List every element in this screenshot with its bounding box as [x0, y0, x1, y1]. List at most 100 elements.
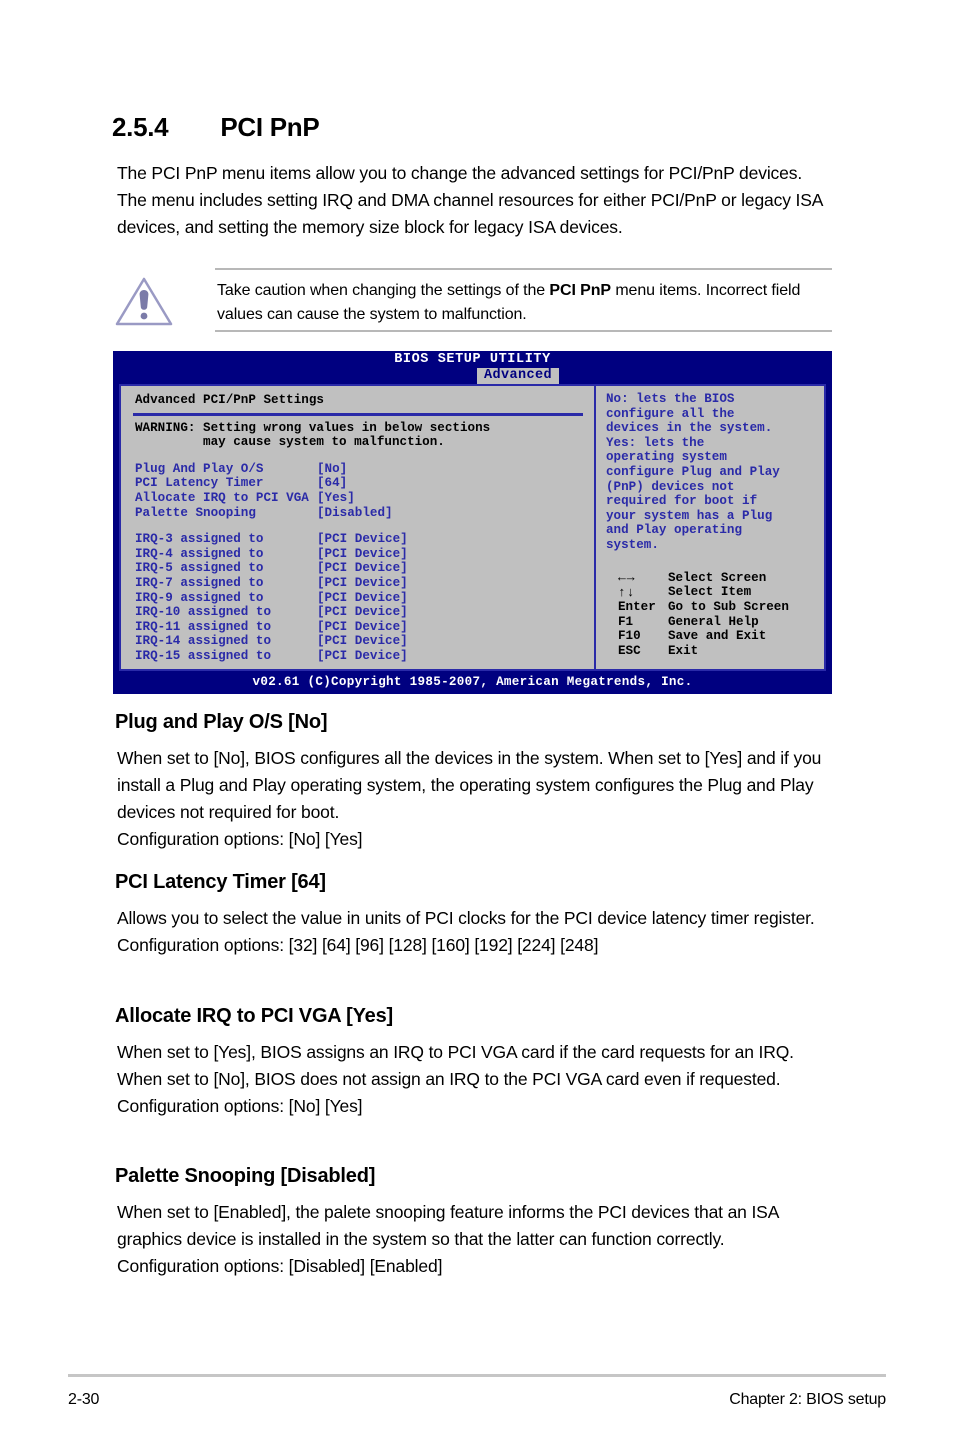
bios-irq-value: [PCI Device] — [317, 575, 408, 590]
bios-irq-label: IRQ-10 assigned to — [135, 605, 272, 620]
bios-option-value: [Disabled] — [317, 505, 393, 520]
bios-nav-row: F1 General Help — [618, 614, 824, 629]
bios-nav-desc: General Help — [668, 614, 759, 629]
note-top-divider — [215, 268, 832, 270]
bios-help-line: No: lets the BIOS — [606, 392, 735, 406]
subsection-heading-palette-snooping: Palette Snooping [Disabled] — [115, 1165, 376, 1187]
up-down-arrows-icon: ↑↓ — [618, 584, 636, 600]
bios-option-row[interactable]: Plug And Play O/S [No] — [135, 462, 594, 477]
document-page: 2.5.4 PCI PnP The PCI PnP menu items all… — [0, 0, 954, 1438]
bios-option-label: Palette Snooping — [135, 505, 256, 520]
bios-help-text: No: lets the BIOS configure all the devi… — [606, 392, 824, 553]
bios-irq-row[interactable]: IRQ-10 assigned to [PCI Device] — [135, 605, 594, 620]
bios-option-row[interactable]: Palette Snooping [Disabled] — [135, 506, 594, 521]
esc-key-icon: ESC — [618, 643, 641, 658]
subsection-heading-allocate-irq: Allocate IRQ to PCI VGA [Yes] — [115, 1005, 393, 1027]
body-text: When set to [Enabled], the palete snoopi… — [117, 1202, 779, 1249]
bios-irq-label: IRQ-9 assigned to — [135, 590, 264, 605]
bios-copyright-footer: v02.61 (C)Copyright 1985-2007, American … — [113, 671, 832, 694]
bios-irq-label: IRQ-11 assigned to — [135, 619, 272, 634]
bios-irq-row[interactable]: IRQ-3 assigned to [PCI Device] — [135, 532, 594, 547]
bios-irq-label: IRQ-7 assigned to — [135, 575, 264, 590]
note-text-before: Take caution when changing the settings … — [217, 282, 550, 299]
bios-nav-row: ↑↓ Select Item — [618, 585, 824, 600]
bios-nav-row: ESC Exit — [618, 644, 824, 659]
warning-triangle-icon — [114, 275, 174, 327]
subsection-body-palette-snooping: When set to [Enabled], the palete snoopi… — [117, 1199, 835, 1280]
bios-irq-value: [PCI Device] — [317, 590, 408, 605]
bios-irq-row[interactable]: IRQ-9 assigned to [PCI Device] — [135, 591, 594, 606]
f1-key-icon: F1 — [618, 614, 634, 629]
bios-irq-row[interactable]: IRQ-11 assigned to [PCI Device] — [135, 620, 594, 635]
config-options: Configuration options: [Disabled] [Enabl… — [117, 1256, 443, 1276]
bios-panel-heading: Advanced PCI/PnP Settings — [135, 393, 324, 407]
bios-irq-row[interactable]: IRQ-14 assigned to [PCI Device] — [135, 634, 594, 649]
bios-nav-desc: Select Screen — [668, 570, 767, 585]
bios-help-line: operating system — [606, 450, 727, 465]
bios-option-row[interactable]: Allocate IRQ to PCI VGA [Yes] — [135, 491, 594, 506]
note-bottom-divider — [215, 330, 832, 332]
bios-options-list: Plug And Play O/S [No] PCI Latency Timer… — [121, 462, 594, 520]
bios-irq-list: IRQ-3 assigned to [PCI Device] IRQ-4 ass… — [121, 532, 594, 663]
bios-help-line: required for boot if — [606, 494, 758, 509]
bios-warning-line-1: WARNING: Setting wrong values in below s… — [135, 420, 491, 435]
chapter-label: Chapter 2: BIOS setup — [729, 1391, 886, 1408]
note-text-bold: PCI PnP — [549, 282, 611, 299]
page-number: 2-30 — [68, 1391, 100, 1408]
bios-warning-line-2: may cause system to malfunction. — [135, 435, 445, 450]
bios-help-line: your system has a Plug — [606, 508, 773, 523]
bios-help-line: configure Plug and Play — [606, 464, 780, 479]
bios-irq-value: [PCI Device] — [317, 546, 408, 561]
bios-irq-label: IRQ-15 assigned to — [135, 648, 272, 663]
bios-body: Advanced PCI/PnP Settings WARNING: Setti… — [119, 384, 826, 671]
bios-help-line: Yes: lets the — [606, 435, 705, 450]
bios-irq-label: IRQ-3 assigned to — [135, 532, 264, 547]
bios-irq-value: [PCI Device] — [317, 648, 408, 663]
bios-nav-desc: Save and Exit — [668, 629, 767, 644]
caution-note: Take caution when changing the settings … — [112, 268, 832, 336]
bios-nav-desc: Go to Sub Screen — [668, 600, 789, 615]
bios-nav-row: ←→ Select Screen — [618, 570, 824, 585]
bios-irq-value: [PCI Device] — [317, 619, 408, 634]
bios-tab-advanced[interactable]: Advanced — [477, 368, 560, 384]
bios-titlebar: BIOS SETUP UTILITY Advanced — [113, 351, 832, 384]
bios-option-value: [No] — [317, 461, 348, 476]
config-options: Configuration options: [No] [Yes] — [117, 829, 363, 849]
bios-navigation-legend: ←→ Select Screen ↑↓ Select Item Enter Go… — [618, 570, 824, 659]
bios-irq-label: IRQ-5 assigned to — [135, 561, 264, 576]
section-number: 2.5.4 — [112, 112, 169, 142]
bios-help-line: system. — [606, 537, 659, 552]
config-options: Configuration options: [No] [Yes] — [117, 1096, 363, 1116]
bios-nav-desc: Exit — [668, 643, 699, 658]
config-options: Configuration options: [32] [64] [96] [1… — [117, 935, 599, 955]
section-title: PCI PnP — [220, 112, 320, 142]
bios-irq-value: [PCI Device] — [317, 532, 408, 547]
subsection-body-plug-and-play: When set to [No], BIOS configures all th… — [117, 745, 835, 853]
bios-irq-value: [PCI Device] — [317, 605, 408, 620]
bios-option-value: [64] — [317, 476, 348, 491]
bios-irq-row[interactable]: IRQ-5 assigned to [PCI Device] — [135, 561, 594, 576]
bios-irq-row[interactable]: IRQ-4 assigned to [PCI Device] — [135, 547, 594, 562]
bios-title: BIOS SETUP UTILITY — [394, 352, 551, 367]
body-text: When set to [No], BIOS configures all th… — [117, 748, 822, 822]
bios-setup-screenshot: BIOS SETUP UTILITY Advanced Advanced PCI… — [113, 351, 832, 694]
subsection-heading-pci-latency-timer: PCI Latency Timer [64] — [115, 871, 326, 893]
body-text: When set to [Yes], BIOS assigns an IRQ t… — [117, 1042, 794, 1089]
bios-irq-value: [PCI Device] — [317, 561, 408, 576]
bios-option-label: Plug And Play O/S — [135, 461, 264, 476]
section-heading: 2.5.4 PCI PnP — [112, 112, 852, 143]
bios-panel-divider — [133, 412, 583, 416]
bios-help-line: devices in the system. — [606, 421, 773, 436]
subsection-heading-plug-and-play: Plug and Play O/S [No] — [115, 711, 328, 733]
bios-nav-row: Enter Go to Sub Screen — [618, 600, 824, 615]
section-intro-paragraph: The PCI PnP menu items allow you to chan… — [117, 163, 823, 237]
bios-irq-row[interactable]: IRQ-15 assigned to [PCI Device] — [135, 649, 594, 664]
bios-irq-row[interactable]: IRQ-7 assigned to [PCI Device] — [135, 576, 594, 591]
bios-option-row[interactable]: PCI Latency Timer [64] — [135, 476, 594, 491]
bios-irq-value: [PCI Device] — [317, 634, 408, 649]
bios-settings-panel: Advanced PCI/PnP Settings WARNING: Setti… — [121, 386, 596, 669]
enter-key-icon: Enter — [618, 600, 656, 615]
bios-help-line: configure all the — [606, 406, 735, 421]
